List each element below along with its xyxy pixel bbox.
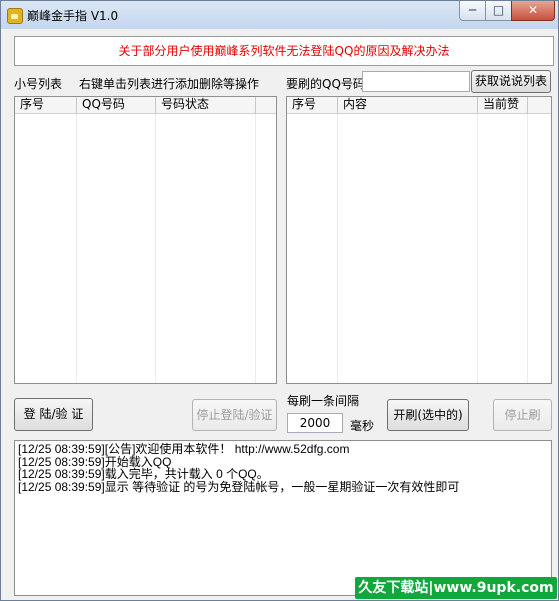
account-list-header: 序号 QQ号码 号码状态	[15, 97, 276, 114]
notice-link[interactable]: 关于部分用户使用巅峰系列软件无法登陆QQ的原因及解决办法	[14, 36, 554, 66]
column-header-status[interactable]: 号码状态	[156, 97, 256, 113]
account-list-hint: 右键单击列表进行添加删除等操作	[79, 77, 260, 91]
target-qq-input[interactable]	[362, 71, 470, 92]
column-header-qq[interactable]: QQ号码	[77, 97, 156, 113]
app-window: 巅峰金手指 V1.0 ─ □ ✕ 关于部分用户使用巅峰系列软件无法登陆QQ的原因…	[0, 0, 559, 601]
close-button[interactable]: ✕	[511, 1, 555, 21]
watermark-banner: 久友下载站|www.9upk.com	[355, 577, 557, 599]
interval-label: 每刷一条间隔	[287, 394, 360, 408]
column-header-index[interactable]: 序号	[287, 97, 338, 113]
log-line: [12/25 08:39:59]载入完毕，共计载入 0 个QQ。	[18, 467, 269, 481]
minimize-button[interactable]: ─	[459, 1, 486, 21]
account-list[interactable]: 序号 QQ号码 号码状态	[14, 96, 277, 384]
target-qq-label: 要刷的QQ号码	[286, 77, 365, 91]
stop-login-button[interactable]: 停止登陆/验证	[192, 399, 277, 431]
maximize-button[interactable]: □	[485, 1, 512, 21]
log-line: [12/25 08:39:59]显示 等待验证 的号为免登陆帐号，一般一星期验证…	[18, 479, 460, 494]
login-verify-button[interactable]: 登 陆/验 证	[14, 398, 93, 431]
stop-like-button[interactable]: 停止刷	[493, 399, 552, 431]
interval-input[interactable]: 2000	[287, 413, 343, 433]
account-list-label: 小号列表	[14, 77, 63, 91]
column-header-likes[interactable]: 当前赞	[478, 97, 528, 113]
column-header-index[interactable]: 序号	[15, 97, 77, 113]
column-header-content[interactable]: 内容	[338, 97, 478, 113]
log-output[interactable]: [12/25 08:39:59][公告]欢迎使用本软件！ http://www.…	[14, 440, 552, 596]
start-like-button[interactable]: 开刷(选中的)	[387, 399, 469, 431]
main-content: 关于部分用户使用巅峰系列软件无法登陆QQ的原因及解决办法 小号列表 右键单击列表…	[4, 30, 554, 596]
window-title: 巅峰金手指 V1.0	[27, 9, 119, 23]
app-icon	[7, 8, 23, 24]
posts-list[interactable]: 序号 内容 当前赞	[286, 96, 552, 384]
fetch-posts-button[interactable]: 获取说说列表	[471, 70, 551, 93]
log-line: [12/25 08:39:59][公告]欢迎使用本软件！ http://www.…	[18, 442, 350, 456]
interval-unit: 毫秒	[350, 419, 375, 433]
posts-list-header: 序号 内容 当前赞	[287, 97, 551, 114]
title-bar[interactable]: 巅峰金手指 V1.0 ─ □ ✕	[1, 1, 558, 29]
